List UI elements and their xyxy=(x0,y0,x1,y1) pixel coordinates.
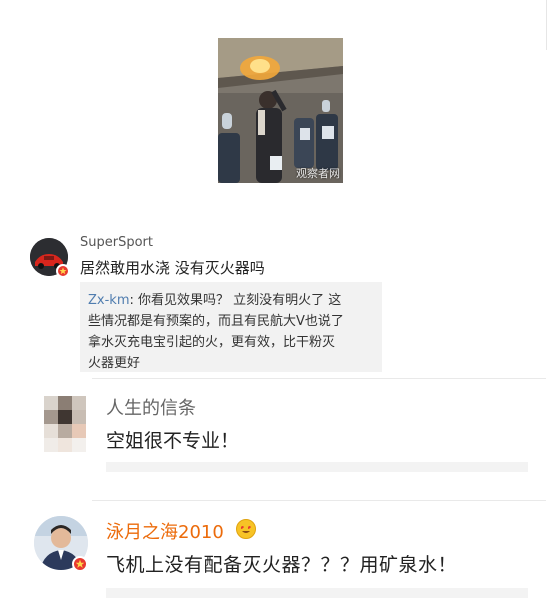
avatar[interactable] xyxy=(44,396,86,452)
post-photo[interactable]: 观察者网 xyxy=(218,38,343,183)
verified-badge-icon xyxy=(72,556,88,572)
reply-text-line: 火器更好 xyxy=(88,356,141,371)
reply-text-line: 你看见效果吗？ 立刻没有明火了 这 xyxy=(138,293,342,308)
divider xyxy=(92,378,546,379)
cabin-fire-image xyxy=(218,38,343,183)
comment-action-bar xyxy=(106,588,528,598)
smiling-face-with-heart-eyes-icon xyxy=(236,519,256,539)
comment-username[interactable]: SuperSport xyxy=(80,235,153,250)
comment-text: 飞机上没有配备灭火器？？？用矿泉水！ xyxy=(106,554,458,576)
reply-text-line: 些情况都是有预案的，而且有民航大V也说了 xyxy=(88,314,344,329)
verified-badge-icon xyxy=(56,264,70,278)
comment-username[interactable]: 泳月之海2010 xyxy=(106,518,224,544)
image-watermark: 观察者网 xyxy=(296,167,340,180)
reply-text-line: 拿水灭充电宝引起的火，更有效，比干粉灭 xyxy=(88,335,336,350)
reply-separator: : xyxy=(129,293,138,308)
reply-box[interactable]: Zx-km: 你看见效果吗？ 立刻没有明火了 这 些情况都是有预案的，而且有民航… xyxy=(80,282,382,372)
comment-text: 空姐很不专业！ xyxy=(106,430,240,452)
comment-action-bar xyxy=(106,462,528,472)
divider xyxy=(92,500,546,501)
comment-username[interactable]: 人生的信条 xyxy=(106,394,196,420)
reply-username[interactable]: Zx-km xyxy=(88,293,129,308)
page-edge-divider xyxy=(546,0,547,50)
comment-text: 居然敢用水浇 没有灭火器吗 xyxy=(80,259,265,277)
